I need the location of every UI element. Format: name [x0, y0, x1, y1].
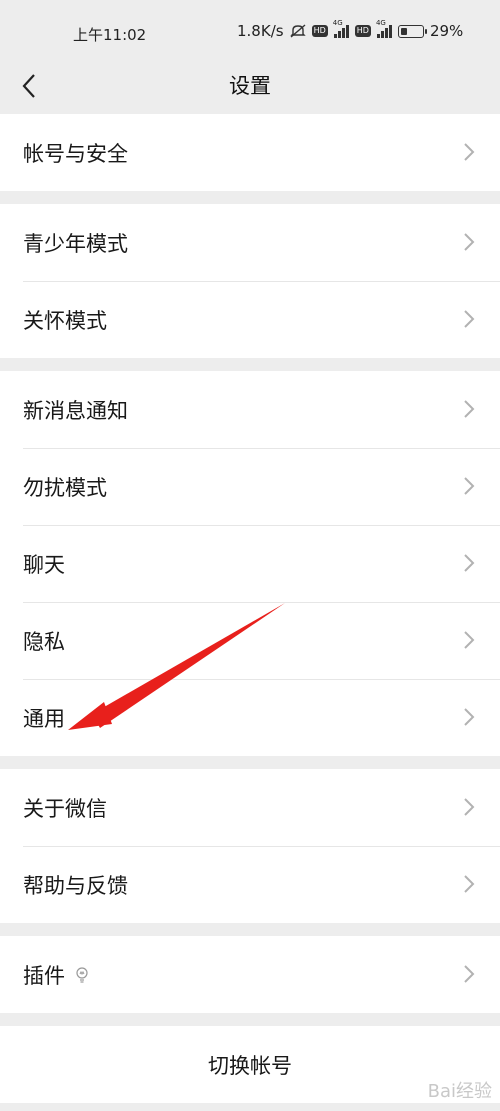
network-speed: 1.8K/s	[237, 22, 284, 40]
settings-item-general[interactable]: 通用	[0, 679, 500, 756]
chevron-right-icon	[464, 554, 475, 572]
settings-item-label: 青少年模式	[23, 231, 128, 256]
chevron-right-icon	[464, 233, 475, 251]
chevron-right-icon	[464, 631, 475, 649]
hd-badge-1: HD	[311, 25, 328, 37]
hd-badge-2: HD	[354, 25, 371, 37]
mute-icon	[289, 24, 306, 38]
settings-item-about-wechat[interactable]: 关于微信	[0, 769, 500, 846]
chevron-right-icon	[464, 400, 475, 418]
settings-item-teen-mode[interactable]: 青少年模式	[0, 204, 500, 281]
settings-item-label: 隐私	[23, 629, 65, 654]
status-icons: 1.8K/s HD 4G HD 4G 29%	[237, 19, 464, 40]
settings-item-label: 勿扰模式	[23, 475, 107, 500]
settings-item-label-wrap: 插件	[23, 960, 89, 990]
lightbulb-icon	[76, 966, 88, 983]
chevron-right-icon	[464, 965, 475, 983]
settings-item-care-mode[interactable]: 关怀模式	[0, 281, 500, 358]
settings-group-account: 帐号与安全	[0, 114, 500, 191]
signal-icon-2: 4G	[376, 19, 392, 38]
page-title: 设置	[229, 74, 271, 98]
settings-group-modes: 青少年模式 关怀模式	[0, 204, 500, 358]
settings-item-label: 帐号与安全	[23, 141, 128, 166]
settings-item-label: 通用	[23, 706, 65, 731]
watermark-text: Bai经验	[427, 1081, 492, 1102]
chevron-right-icon	[464, 477, 475, 495]
settings-item-label: 关于微信	[23, 796, 107, 821]
settings-item-label: 帮助与反馈	[23, 873, 128, 898]
navigation-bar: 设置	[0, 62, 500, 114]
settings-item-label: 聊天	[23, 552, 65, 577]
settings-item-privacy[interactable]: 隐私	[0, 602, 500, 679]
switch-account-label: 切换帐号	[208, 1053, 292, 1078]
settings-item-notifications[interactable]: 新消息通知	[0, 371, 500, 448]
signal-icon-1: 4G	[333, 19, 349, 38]
settings-item-label: 关怀模式	[23, 308, 107, 333]
settings-group-about: 关于微信 帮助与反馈	[0, 769, 500, 923]
settings-item-chat[interactable]: 聊天	[0, 525, 500, 602]
switch-account-button[interactable]: 切换帐号	[0, 1026, 500, 1103]
status-time: 上午11:02	[73, 26, 147, 44]
watermark-logo: Bai经验	[428, 1077, 492, 1103]
settings-item-do-not-disturb[interactable]: 勿扰模式	[0, 448, 500, 525]
settings-item-label: 插件	[23, 963, 65, 988]
settings-item-help-feedback[interactable]: 帮助与反馈	[0, 846, 500, 923]
settings-item-plugins[interactable]: 插件	[0, 936, 500, 1013]
battery-percent: 29%	[429, 22, 464, 40]
status-bar: 上午11:02 1.8K/s HD 4G HD 4G 29%	[0, 0, 500, 62]
chevron-right-icon	[464, 875, 475, 893]
settings-group-general: 新消息通知 勿扰模式 聊天 隐私 通用	[0, 371, 500, 756]
settings-item-account-security[interactable]: 帐号与安全	[0, 114, 500, 191]
chevron-right-icon	[464, 708, 475, 726]
signal-label-1: 4G	[332, 19, 343, 27]
chevron-right-icon	[464, 310, 475, 328]
settings-item-label: 新消息通知	[23, 398, 128, 423]
settings-group-plugins: 插件	[0, 936, 500, 1013]
battery-icon	[397, 24, 427, 38]
chevron-right-icon	[464, 143, 475, 161]
chevron-right-icon	[464, 798, 475, 816]
signal-label-2: 4G	[375, 19, 386, 27]
